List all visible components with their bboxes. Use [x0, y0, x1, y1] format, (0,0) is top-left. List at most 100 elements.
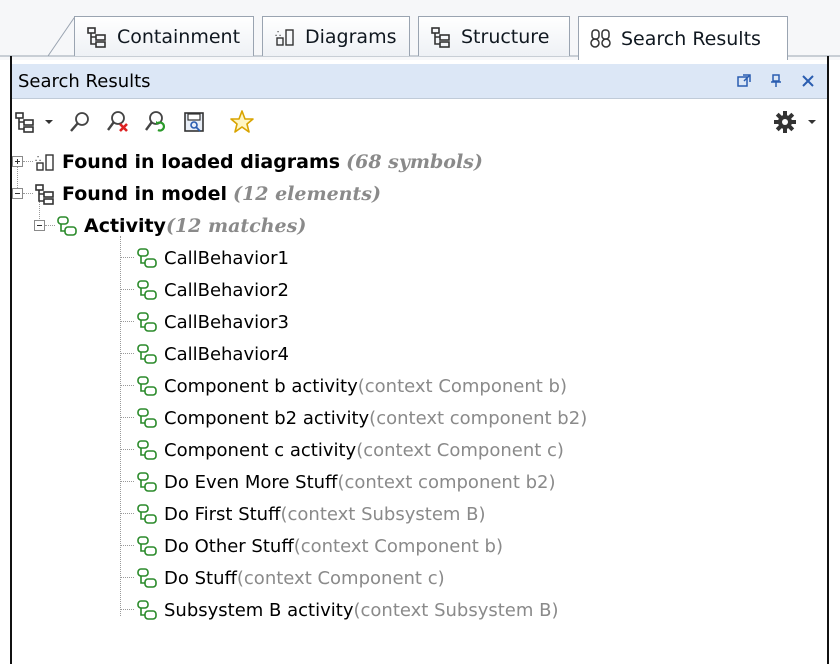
- item-label: Component b2 activity: [164, 407, 370, 429]
- tree-item-activity[interactable]: CallBehavior4: [136, 338, 289, 370]
- activity-icon: [56, 215, 78, 237]
- tree-item-activity[interactable]: Do First Stuff (context Subsystem B): [136, 498, 486, 530]
- tree-item-activity[interactable]: CallBehavior3: [136, 306, 289, 338]
- activity-icon: [136, 439, 158, 461]
- panel-title: Search Results: [18, 70, 151, 92]
- tree-item-activity[interactable]: Component b2 activity (context component …: [136, 402, 587, 434]
- node-count: (12 elements): [233, 183, 381, 205]
- favorite-star-icon[interactable]: [226, 106, 258, 138]
- tab-label: Diagrams: [305, 25, 397, 48]
- activity-icon: [136, 503, 158, 525]
- containment-icon: [85, 25, 109, 49]
- gear-icon[interactable]: [769, 106, 801, 138]
- activity-icon: [136, 535, 158, 557]
- activity-icon: [136, 311, 158, 333]
- tab-structure[interactable]: Structure: [418, 16, 570, 56]
- clear-results-icon[interactable]: [102, 106, 134, 138]
- tree-node-activity[interactable]: Activity (12 matches): [56, 210, 306, 242]
- tab-label: Search Results: [621, 27, 761, 50]
- tree-item-activity[interactable]: Do Stuff (context Component c): [136, 562, 445, 594]
- activity-icon: [136, 279, 158, 301]
- pin-icon[interactable]: [765, 70, 787, 92]
- tab-search-results[interactable]: Search Results: [578, 16, 788, 60]
- item-label: Do Stuff: [164, 567, 237, 589]
- tab-strip: Containment ∴ Diagrams Structure Search …: [0, 0, 840, 60]
- collapse-toggle[interactable]: [12, 188, 23, 199]
- item-label: CallBehavior2: [164, 279, 289, 301]
- float-icon[interactable]: [733, 70, 755, 92]
- item-context: (context Component b): [357, 375, 567, 397]
- tree-connector: [120, 236, 122, 616]
- diagrams-icon: ∴: [273, 25, 297, 49]
- tree-item-activity[interactable]: Do Even More Stuff (context component b2): [136, 466, 556, 498]
- tree-item-activity[interactable]: CallBehavior2: [136, 274, 289, 306]
- close-icon[interactable]: [797, 70, 819, 92]
- tree-connector: [120, 449, 134, 451]
- item-context: (context Component c): [236, 567, 445, 589]
- item-label: CallBehavior4: [164, 343, 289, 365]
- tree-node-loaded-diagrams[interactable]: ∴ Found in loaded diagrams (68 symbols): [34, 146, 483, 178]
- tree-connector: [17, 167, 19, 188]
- tree-connector: [120, 577, 134, 579]
- tab-label: Structure: [461, 25, 550, 48]
- tree-item-activity[interactable]: Component c activity (context Component c…: [136, 434, 564, 466]
- tree-connector: [120, 545, 134, 547]
- tree-connector: [45, 225, 55, 227]
- activity-icon: [136, 247, 158, 269]
- diagrams-icon: ∴: [34, 151, 56, 173]
- activity-icon: [136, 375, 158, 397]
- options-dropdown-icon[interactable]: [803, 106, 821, 138]
- panel-title-bar: Search Results: [12, 64, 827, 99]
- search-results-toolbar: [12, 98, 827, 146]
- node-label: Found in loaded diagrams: [62, 151, 341, 173]
- activity-icon: [136, 567, 158, 589]
- item-label: Do Even More Stuff: [164, 471, 338, 493]
- expand-toggle[interactable]: [12, 156, 23, 167]
- node-label: Activity: [84, 215, 166, 237]
- show-tree-icon[interactable]: [12, 106, 38, 138]
- tree-connector: [120, 289, 134, 291]
- search-results-tree: ∴ Found in loaded diagrams (68 symbols) …: [12, 146, 827, 664]
- tree-connector: [23, 193, 33, 195]
- item-context: (context Subsystem B): [353, 599, 559, 621]
- tree-connector: [120, 481, 134, 483]
- tab-diagrams[interactable]: ∴ Diagrams: [262, 16, 410, 56]
- structure-icon: [429, 25, 453, 49]
- tree-connector: [120, 385, 134, 387]
- node-count: (12 matches): [165, 215, 307, 237]
- tree-item-activity[interactable]: Do Other Stuff (context Component b): [136, 530, 503, 562]
- item-context: (context Subsystem B): [280, 503, 486, 525]
- item-context: (context Component c): [356, 439, 564, 461]
- tree-item-activity[interactable]: Component b activity (context Component b…: [136, 370, 567, 402]
- tree-connector: [120, 353, 134, 355]
- tree-connector: [120, 609, 134, 611]
- tree-connector: [120, 257, 134, 259]
- item-context: (context Component b): [293, 535, 503, 557]
- tree-connector: [120, 321, 134, 323]
- refresh-search-icon[interactable]: [140, 106, 172, 138]
- item-label: CallBehavior1: [164, 247, 289, 269]
- tree-node-found-in-model[interactable]: Found in model (12 elements): [34, 178, 381, 210]
- item-label: Component b activity: [164, 375, 358, 397]
- item-label: Do Other Stuff: [164, 535, 294, 557]
- activity-icon: [136, 471, 158, 493]
- tab-containment[interactable]: Containment: [74, 16, 254, 56]
- find-icon[interactable]: [64, 106, 96, 138]
- item-label: CallBehavior3: [164, 311, 289, 333]
- collapse-toggle[interactable]: [34, 220, 45, 231]
- tree-connector: [23, 161, 33, 163]
- tab-label: Containment: [117, 25, 241, 48]
- activity-icon: [136, 407, 158, 429]
- item-label: Component c activity: [164, 439, 357, 461]
- tree-connector: [120, 513, 134, 515]
- node-label: Found in model: [62, 183, 228, 205]
- node-count: (68 symbols): [346, 151, 483, 173]
- item-label: Do First Stuff: [164, 503, 281, 525]
- tree-item-activity[interactable]: CallBehavior1: [136, 242, 289, 274]
- save-results-icon[interactable]: [178, 106, 210, 138]
- dropdown-arrow-icon[interactable]: [40, 106, 58, 138]
- activity-icon: [136, 599, 158, 621]
- tree-item-activity[interactable]: Subsystem B activity (context Subsystem B…: [136, 594, 559, 626]
- tree-connector: [120, 417, 134, 419]
- search-results-icon: [589, 27, 613, 51]
